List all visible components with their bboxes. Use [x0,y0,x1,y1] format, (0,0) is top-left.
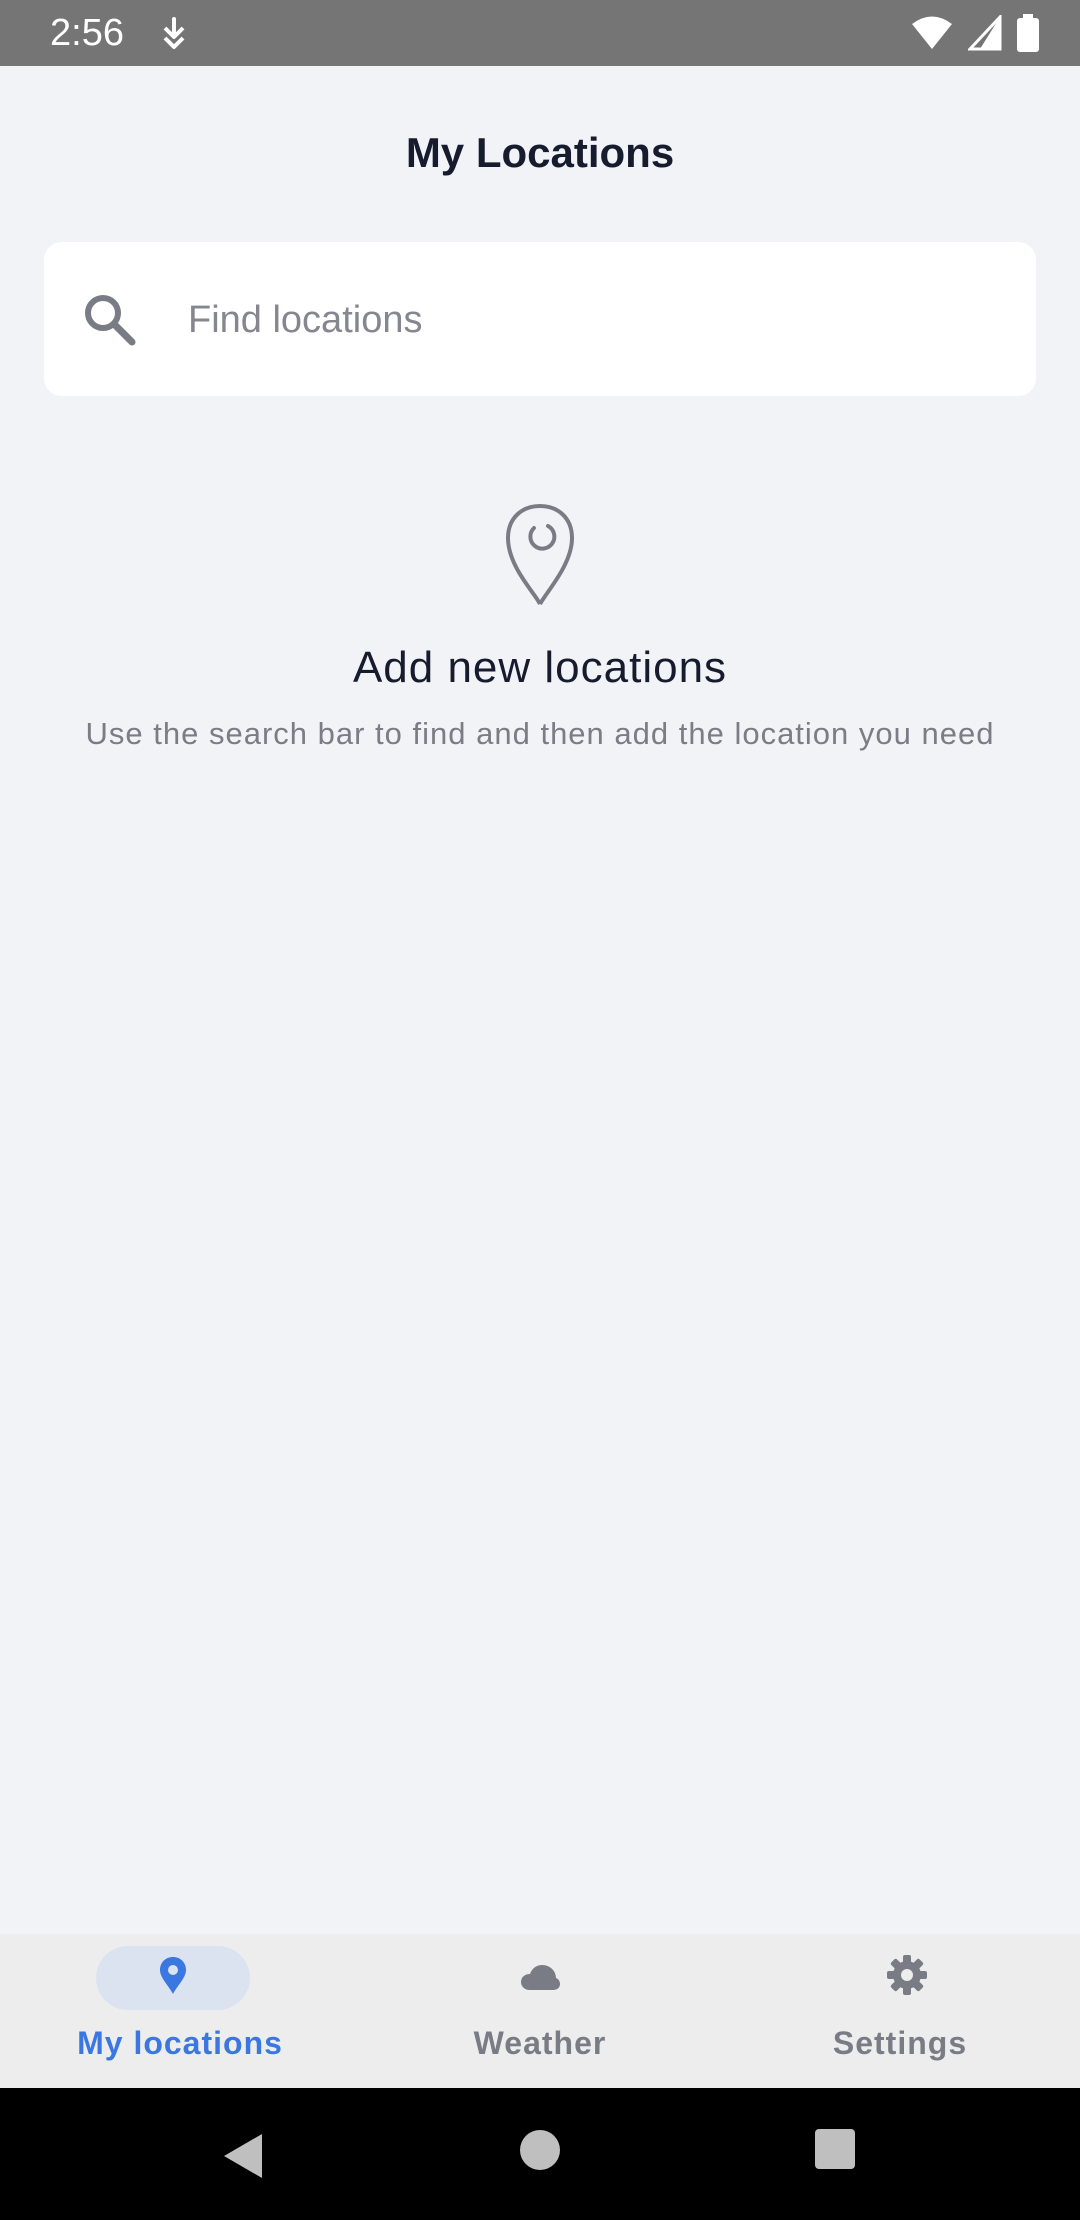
screen: 2:56 My Locations Find locations Add new… [0,0,1080,2220]
nav-item-settings[interactable]: Settings [720,1934,1080,2088]
recents-icon[interactable] [814,2128,856,2175]
download-notification-icon [160,16,188,55]
cellular-signal-icon [966,13,1002,56]
nav-item-weather[interactable]: Weather [360,1934,720,2088]
nav-item-my-locations[interactable]: My locations [0,1934,360,2088]
page-title: My Locations [405,129,675,176]
bottom-navigation: My locations Weather Settings [0,1934,1080,2088]
empty-state-title: Add new locations [352,643,728,692]
system-navigation-bar [0,2088,1080,2220]
battery-icon [1016,14,1040,57]
nav-label-my-locations: My locations [77,2025,283,2061]
empty-state-subtitle: Use the search bar to find and then add … [85,716,995,751]
wifi-icon [910,15,954,56]
location-pin-icon [158,1956,188,2001]
cloud-icon [520,1964,560,1997]
nav-label-weather: Weather [473,2025,607,2061]
status-time: 2:56 [50,12,124,54]
back-icon[interactable] [222,2132,264,2185]
home-icon[interactable] [518,2128,562,2177]
search-input[interactable] [188,292,988,348]
status-icons [910,13,1040,57]
location-pin-icon [504,502,576,613]
status-bar: 2:56 [0,0,1080,66]
nav-label-settings: Settings [832,2025,968,2061]
search-icon[interactable] [80,290,138,353]
gear-icon [886,1954,928,2001]
